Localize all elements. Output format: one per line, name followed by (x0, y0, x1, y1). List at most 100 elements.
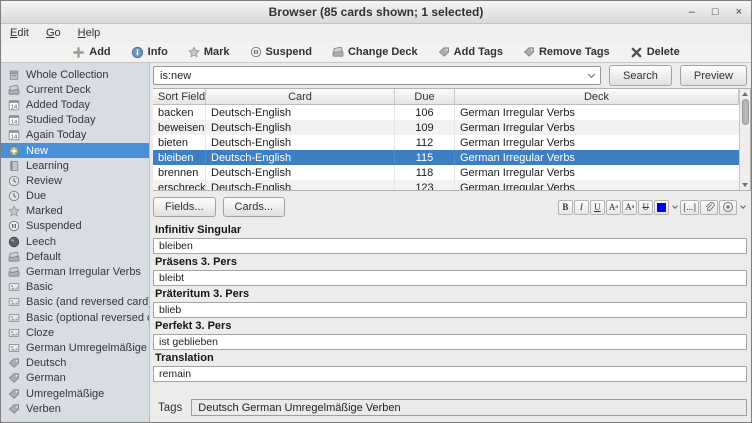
toolbar-suspend-button[interactable]: Suspend (244, 45, 318, 59)
sidebar-item-suspended[interactable]: Suspended (1, 219, 149, 234)
subscript-button[interactable]: Aa (622, 200, 637, 215)
tags-input[interactable]: Deutsch German Umregelmäßige Verben (191, 399, 747, 416)
cloze-button[interactable]: [...] (680, 200, 699, 215)
toolbar-info-button[interactable]: Info (125, 45, 174, 60)
calendar-icon: 14 (8, 129, 20, 141)
field-input-perfekt-3-pers[interactable]: ist geblieben (153, 334, 747, 350)
sidebar-item-umregelmäßige[interactable]: Umregelmäßige (1, 386, 149, 401)
column-header-deck[interactable]: Deck (455, 89, 739, 105)
table-row-bieten[interactable]: bietenDeutsch-English112German Irregular… (153, 135, 739, 150)
underline-button[interactable]: U (590, 200, 605, 215)
toolbar-change-deck-button[interactable]: Change Deck (326, 45, 424, 59)
scroll-down-icon[interactable] (742, 183, 748, 187)
sidebar-item-added-today[interactable]: 14Added Today (1, 97, 149, 112)
field-input-präteritum-3-pers[interactable]: blieb (153, 302, 747, 318)
deck-icon (8, 266, 20, 278)
sidebar-item-deutsch[interactable]: Deutsch (1, 356, 149, 371)
record-icon (722, 201, 734, 213)
field-präsens-3-pers: Präsens 3. Persbleibt (153, 254, 747, 286)
sidebar-item-german-irregular-verbs[interactable]: German Irregular Verbs (1, 264, 149, 279)
sidebar-item-german[interactable]: German (1, 371, 149, 386)
menu-go[interactable]: Go (46, 27, 61, 39)
scroll-up-icon[interactable] (742, 92, 748, 96)
fields-button[interactable]: Fields... (153, 197, 216, 217)
sidebar-item-leech[interactable]: Leech (1, 234, 149, 249)
sidebar-item-due[interactable]: Due (1, 189, 149, 204)
card-icon (8, 296, 20, 308)
remove-formatting-button[interactable]: U (638, 200, 653, 215)
more-dropdown-button[interactable] (738, 200, 747, 215)
card-icon (8, 312, 20, 324)
search-button[interactable]: Search (609, 65, 672, 86)
color-swatch (657, 203, 666, 212)
bold-button[interactable]: B (558, 200, 573, 215)
search-input[interactable]: is:new (153, 66, 601, 85)
sidebar-item-whole-collection[interactable]: Whole Collection (1, 67, 149, 82)
tag-icon (8, 372, 20, 384)
star-icon (188, 46, 200, 58)
close-button[interactable]: × (736, 7, 742, 18)
card-table: Sort FieldCardDueDeck backenDeutsch-Engl… (153, 88, 751, 191)
sidebar-item-again-today[interactable]: 14Again Today (1, 128, 149, 143)
column-header-card[interactable]: Card (206, 89, 395, 105)
table-row-beweisen[interactable]: beweisenDeutsch-English109German Irregul… (153, 120, 739, 135)
cards-button[interactable]: Cards... (223, 197, 286, 217)
table-row-erschrecken[interactable]: erschreckenDeutsch-English123German Irre… (153, 180, 739, 190)
field-infinitiv-singular: Infinitiv Singularbleiben (153, 222, 747, 254)
chevron-down-icon[interactable] (588, 70, 595, 77)
sidebar-item-marked[interactable]: Marked (1, 204, 149, 219)
sidebar-item-basic[interactable]: Basic (1, 280, 149, 295)
color-dropdown-button[interactable] (670, 200, 679, 215)
scrollbar-thumb[interactable] (742, 99, 749, 125)
sidebar-item-verben[interactable]: Verben (1, 401, 149, 416)
field-translation: Translationremain (153, 350, 747, 382)
maximize-button[interactable]: □ (712, 7, 719, 18)
column-header-due[interactable]: Due (395, 89, 455, 105)
title-bar: Browser (85 cards shown; 1 selected) –□× (1, 1, 751, 24)
table-row-brennen[interactable]: brennenDeutsch-English118German Irregula… (153, 165, 739, 180)
tag-icon (8, 388, 20, 400)
field-input-translation[interactable]: remain (153, 366, 747, 382)
table-row-backen[interactable]: backenDeutsch-English106German Irregular… (153, 105, 739, 120)
table-row-bleiben[interactable]: bleibenDeutsch-English115German Irregula… (153, 150, 739, 165)
sidebar-item-basic-optional-reversed-card[interactable]: Basic (optional reversed card) (1, 310, 149, 325)
preview-button[interactable]: Preview (680, 65, 747, 86)
deck-icon (8, 251, 20, 263)
sidebar-item-cloze[interactable]: Cloze (1, 325, 149, 340)
table-scrollbar[interactable] (739, 89, 750, 190)
toolbar-add-tags-button[interactable]: Add Tags (432, 45, 509, 59)
record-audio-button[interactable] (719, 200, 737, 215)
sidebar-item-current-deck[interactable]: Current Deck (1, 82, 149, 97)
toolbar-remove-tags-button[interactable]: Remove Tags (517, 45, 616, 59)
tag-icon (523, 46, 535, 58)
italic-button[interactable]: I (574, 200, 589, 215)
menu-help[interactable]: Help (78, 27, 101, 39)
sidebar-item-studied-today[interactable]: 14Studied Today (1, 113, 149, 128)
paperclip-icon (703, 201, 715, 213)
toolbar-add-button[interactable]: Add (66, 45, 116, 60)
field-label: Translation (153, 350, 747, 366)
field-input-infinitiv-singular[interactable]: bleiben (153, 238, 747, 254)
minimize-button[interactable]: – (689, 7, 695, 18)
sidebar-item-basic-and-reversed-card[interactable]: Basic (and reversed card) (1, 295, 149, 310)
field-präteritum-3-pers: Präteritum 3. Persblieb (153, 286, 747, 318)
toolbar-mark-button[interactable]: Mark (182, 45, 236, 59)
sidebar-item-new[interactable]: New (1, 143, 149, 158)
tag-icon (8, 357, 20, 369)
sidebar-item-review[interactable]: Review (1, 173, 149, 188)
menu-edit[interactable]: Edit (10, 27, 29, 39)
text-color-button[interactable] (654, 200, 669, 215)
toolbar-delete-button[interactable]: Delete (624, 45, 686, 60)
column-header-sort-field[interactable]: Sort Field (153, 89, 206, 105)
table-body: backenDeutsch-English106German Irregular… (153, 105, 739, 190)
field-input-präsens-3-pers[interactable]: bleibt (153, 270, 747, 286)
sidebar-item-learning[interactable]: Learning (1, 158, 149, 173)
deck-icon (8, 84, 20, 96)
sidebar-item-german-umregelmäßige-ver[interactable]: German Umregelmäßige Ver... (1, 340, 149, 355)
delete-icon (630, 46, 643, 59)
info-icon (131, 46, 144, 59)
superscript-button[interactable]: Aa (606, 200, 621, 215)
attach-button[interactable] (700, 200, 718, 215)
note-editor: Fields... Cards... BIUAaAaU[...] Infinit… (150, 191, 751, 422)
sidebar-item-default[interactable]: Default (1, 249, 149, 264)
